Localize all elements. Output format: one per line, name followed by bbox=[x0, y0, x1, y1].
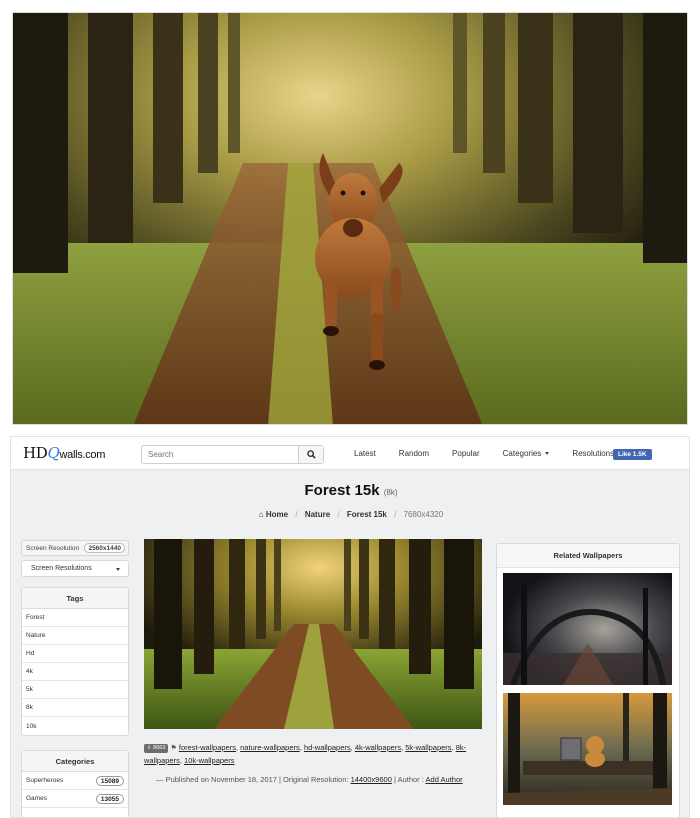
page-title-text: Forest 15k bbox=[304, 482, 380, 499]
wallpaper-image[interactable] bbox=[144, 539, 482, 729]
tag-item[interactable]: 10k bbox=[22, 717, 128, 735]
page-title: Forest 15k (8k) bbox=[11, 482, 689, 499]
related-wallpaper-2[interactable] bbox=[503, 693, 672, 805]
breadcrumb: ⌂ Home / Nature / Forest 15k / 7680x4320 bbox=[258, 510, 444, 519]
breadcrumb-current: Forest 15k bbox=[346, 510, 387, 519]
nav-latest[interactable]: Latest bbox=[354, 449, 376, 458]
nav-random[interactable]: Random bbox=[399, 449, 429, 458]
screen-resolution-label: Screen Resolution bbox=[26, 544, 80, 552]
tag-link[interactable]: forest-wallpapers bbox=[179, 743, 236, 752]
chevron-down-icon bbox=[545, 452, 550, 456]
tag-links-line: ⇩ 8663 ⚑ forest-wallpapers, nature-wallp… bbox=[144, 743, 467, 765]
title-area: Forest 15k (8k) ⌂ Home / Nature / Forest… bbox=[11, 470, 689, 534]
search-icon bbox=[306, 450, 316, 459]
tag-item[interactable]: 5k bbox=[22, 681, 128, 699]
screen-resolutions-dropdown-label: Screen Resolutions bbox=[31, 565, 92, 572]
tag-link[interactable]: 4k-wallpapers bbox=[355, 743, 401, 752]
tag-link[interactable]: 5k-wallpapers bbox=[405, 743, 451, 752]
categories-panel: Categories Superheroes 15089 Games 13055 bbox=[21, 750, 129, 817]
breadcrumb-nature[interactable]: Nature bbox=[305, 510, 330, 519]
category-item[interactable]: Games 13055 bbox=[22, 790, 128, 808]
nav-popular[interactable]: Popular bbox=[452, 449, 480, 458]
related-wallpaper-1[interactable] bbox=[503, 573, 672, 685]
left-sidebar: Screen Resolution 2560x1440 Screen Resol… bbox=[21, 540, 129, 817]
tag-item[interactable]: Forest bbox=[22, 609, 128, 627]
nav-resolutions-label: Resolutions bbox=[572, 449, 615, 458]
categories-title: Categories bbox=[22, 751, 128, 772]
tag-link[interactable]: hd-wallpapers bbox=[304, 743, 351, 752]
breadcrumb-home[interactable]: Home bbox=[266, 510, 288, 519]
original-resolution-link[interactable]: 14400x9600 bbox=[351, 775, 392, 784]
search-input[interactable] bbox=[142, 446, 300, 463]
wallpaper-meta: ⇩ 8663 ⚑ forest-wallpapers, nature-wallp… bbox=[144, 742, 484, 786]
tag-item[interactable]: Nature bbox=[22, 627, 128, 645]
related-wallpapers-panel: Related Wallpapers bbox=[496, 543, 680, 817]
downloads-count: 8663 bbox=[153, 744, 166, 751]
breadcrumb-resolution: 7680x4320 bbox=[403, 510, 444, 519]
category-name: Superheroes bbox=[26, 777, 64, 784]
fb-like-label: Like 1.5K bbox=[618, 451, 647, 458]
tag-link[interactable]: 10k-wallpapers bbox=[184, 756, 234, 765]
tag-item[interactable]: 8k bbox=[22, 699, 128, 717]
screen-resolution-value: 2560x1440 bbox=[84, 543, 125, 553]
facebook-like-button[interactable]: Like 1.5K bbox=[613, 449, 652, 460]
website-screenshot: HDQwalls.com Latest Random Popular Categ… bbox=[10, 436, 690, 818]
search-box bbox=[141, 445, 324, 464]
search-button[interactable] bbox=[298, 446, 323, 463]
published-text: — Published on November 18, 2017 | Origi… bbox=[156, 775, 349, 784]
screen-resolution: Screen Resolution 2560x1440 bbox=[21, 540, 129, 556]
nav-links: Latest Random Popular Categories Resolut… bbox=[354, 437, 645, 470]
category-item[interactable]: Superheroes 15089 bbox=[22, 772, 128, 790]
nav-categories-label: Categories bbox=[502, 449, 542, 458]
category-item[interactable] bbox=[22, 808, 128, 817]
page-title-count: (8k) bbox=[383, 488, 398, 497]
author-label: | Author : bbox=[393, 775, 424, 784]
site-logo[interactable]: HDQwalls.com bbox=[23, 444, 105, 462]
add-author-link[interactable]: Add Author bbox=[426, 775, 463, 784]
category-name: Games bbox=[26, 795, 47, 802]
category-count: 13055 bbox=[95, 794, 124, 804]
tag-item[interactable]: Hd bbox=[22, 645, 128, 663]
hero-photo-dog-forest bbox=[12, 12, 688, 425]
tag-link[interactable]: nature-wallpapers bbox=[240, 743, 300, 752]
chevron-down-icon bbox=[116, 568, 120, 571]
tags-panel: Tags Forest Nature Hd 4k 5k 8k 10k bbox=[21, 587, 129, 736]
published-info: — Published on November 18, 2017 | Origi… bbox=[144, 774, 484, 786]
tag-item[interactable]: 4k bbox=[22, 663, 128, 681]
downloads-badge: ⇩ 8663 bbox=[144, 743, 169, 753]
related-title: Related Wallpapers bbox=[497, 544, 679, 568]
nav-categories[interactable]: Categories bbox=[503, 449, 550, 458]
tag-icon: ⚑ bbox=[170, 745, 177, 752]
tags-title: Tags bbox=[22, 588, 128, 609]
category-count: 15089 bbox=[95, 776, 124, 786]
home-icon: ⌂ bbox=[258, 510, 264, 519]
screen-resolutions-dropdown[interactable]: Screen Resolutions bbox=[21, 560, 129, 577]
navbar: HDQwalls.com Latest Random Popular Categ… bbox=[11, 437, 689, 470]
